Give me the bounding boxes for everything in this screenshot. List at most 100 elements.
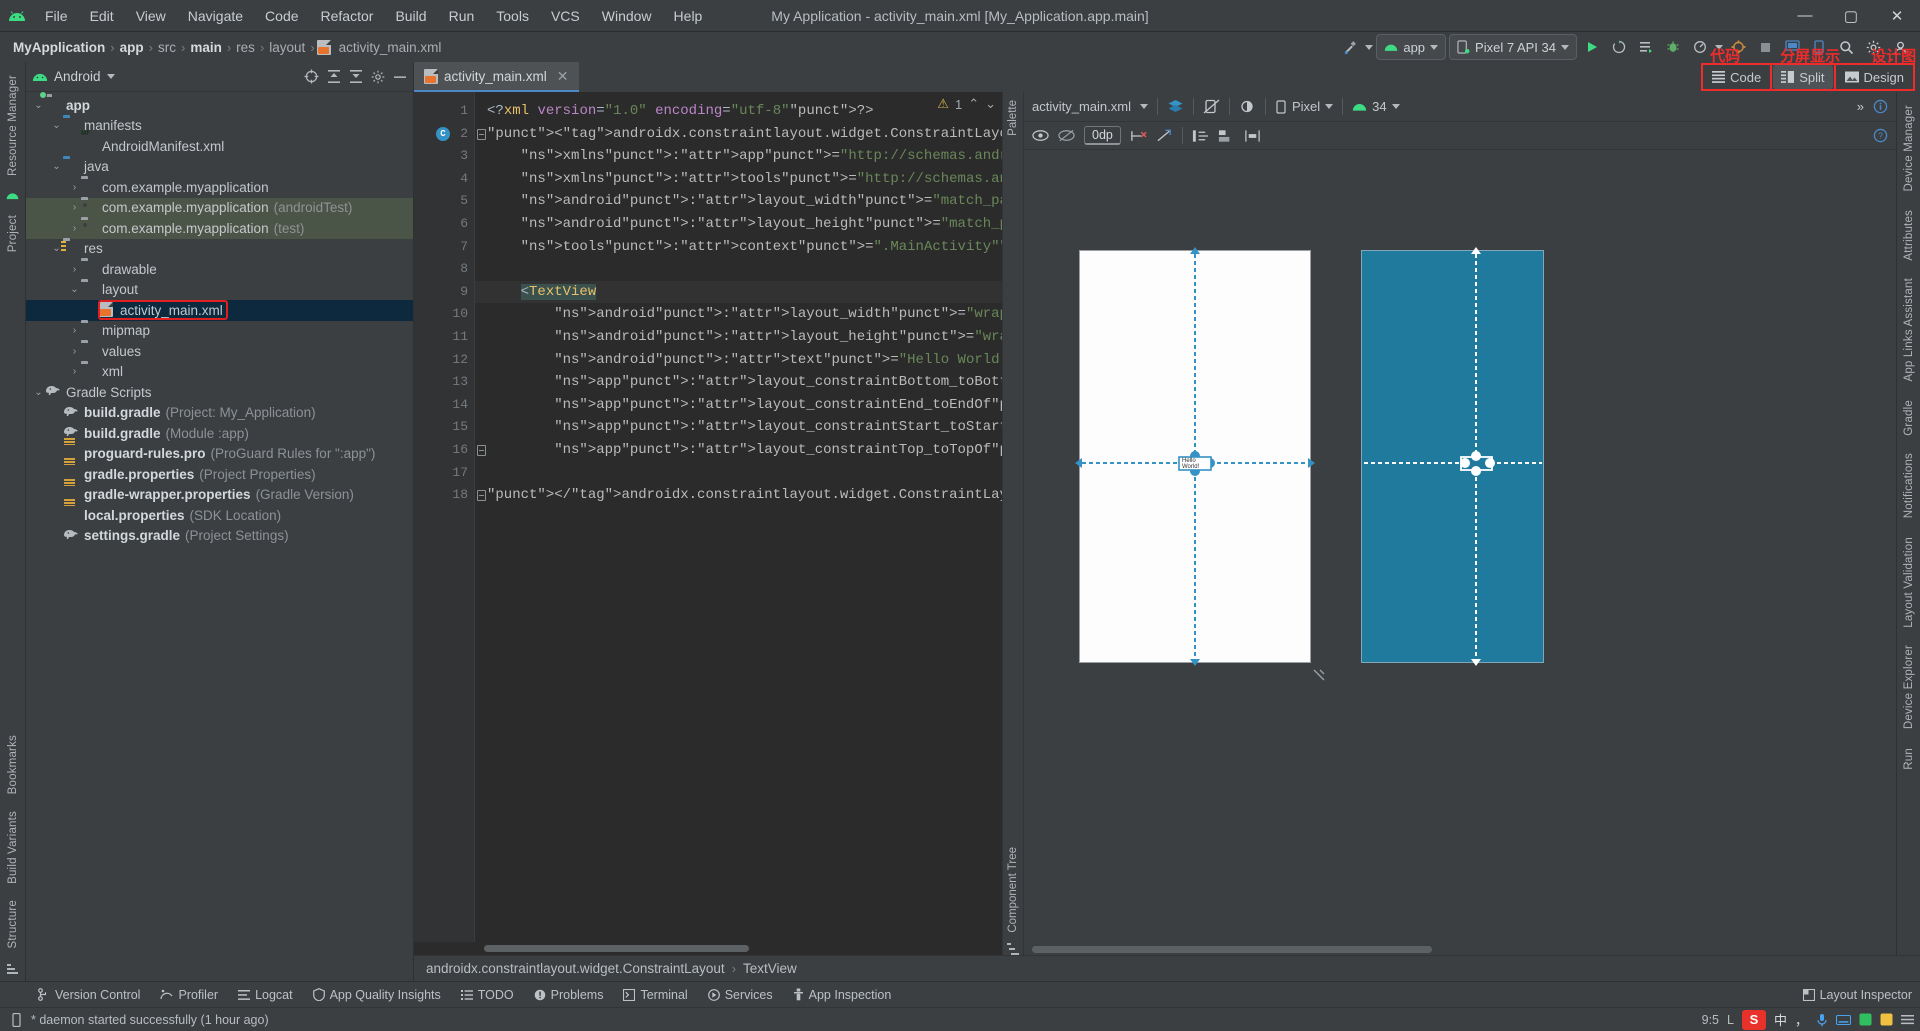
menu-help[interactable]: Help [663,4,714,28]
code-horizontal-scrollbar[interactable] [414,942,1002,955]
tool-app-inspection[interactable]: App Inspection [783,982,902,1007]
run-button[interactable] [1580,35,1604,59]
build-dropdown-caret[interactable] [1365,44,1374,50]
breadcrumb-constraintlayout[interactable]: androidx.constraintlayout.widget.Constra… [426,961,725,976]
mic-icon[interactable] [1816,1013,1828,1027]
rail-item-build-variants[interactable]: Build Variants [4,804,22,891]
code-line[interactable]: "ns">android"punct">:"attr">layout_heigh… [475,213,1002,236]
design-canvas[interactable]: Hello World! [1024,150,1896,943]
chevron-right-icon[interactable]: › [68,182,81,193]
chevron-down-icon[interactable]: ⌄ [32,100,45,111]
split-mode-button[interactable]: Split [1770,63,1836,91]
tool-terminal[interactable]: Terminal [613,982,697,1007]
breadcrumb-textview[interactable]: TextView [743,961,797,976]
code-line[interactable]: "punct"></"tag">androidx.constraintlayou… [475,484,1002,507]
code-line[interactable]: "ns">tools"punct">:"attr">context"punct"… [475,236,1002,259]
tree-node-drawable[interactable]: › drawable [26,259,413,280]
tree-node-build-gradle[interactable]: build.gradle (Module :app) [26,423,413,444]
encoding-hint[interactable]: L [1727,1013,1734,1027]
rail-item-notifications[interactable]: Notifications [1900,446,1918,525]
breadcrumb-myapplication[interactable]: MyApplication [10,40,108,55]
code-line[interactable] [475,258,1002,281]
code-scroll-area[interactable]: 1 2 C 3 4 5 6 7 8 9 10 11 12 13 14 15 16 17 18 <?xml versi… [414,92,1002,942]
tool-profiler[interactable]: Profiler [150,982,228,1007]
class-marker-icon[interactable]: C [436,126,450,141]
breadcrumb-main[interactable]: main [187,40,225,55]
tree-node-xml[interactable]: › xml [26,362,413,383]
tree-node-build-gradle[interactable]: build.gradle (Project: My_Application) [26,403,413,424]
maximize-button[interactable]: ▢ [1828,0,1874,32]
code-line[interactable] [475,462,1002,485]
run-tests-button[interactable] [1634,35,1658,59]
design-info-icon[interactable] [1873,99,1888,114]
infer-constraints-icon[interactable] [1156,129,1173,143]
menu-view[interactable]: View [125,4,177,28]
menu-navigate[interactable]: Navigate [177,4,254,28]
rail-item-structure[interactable]: Structure [4,893,22,955]
code-line[interactable]: "ns">app"punct">:"attr">layout_constrain… [475,394,1002,417]
tree-node-java[interactable]: ⌄ java [26,157,413,178]
tool-problems[interactable]: Problems [524,982,614,1007]
code-mode-button[interactable]: Code [1701,63,1773,91]
design-overflow-button[interactable]: » [1857,99,1864,114]
chevron-right-icon[interactable]: › [68,346,81,357]
tree-node-activity-main-xml[interactable]: activity_main.xml [26,300,413,321]
rail-item-device-explorer[interactable]: Device Explorer [1900,638,1918,736]
breadcrumb-src[interactable]: src [155,40,179,55]
chevron-right-icon[interactable]: › [68,366,81,377]
chevron-down-icon[interactable]: ⌄ [50,161,63,172]
breadcrumb-layout[interactable]: layout [266,40,308,55]
chevron-down-icon[interactable]: ⌄ [68,284,81,295]
code-line[interactable]: "ns">android"punct">:"attr">layout_width… [475,190,1002,213]
tree-node-layout[interactable]: ⌄ layout [26,280,413,301]
menu-build[interactable]: Build [384,4,437,28]
tree-node-app[interactable]: ⌄ app [26,95,413,116]
clear-constraints-icon[interactable] [1130,129,1147,143]
code-line[interactable]: "ns">app"punct">:"attr">layout_constrain… [475,371,1002,394]
collapse-all-icon[interactable] [349,69,363,84]
project-view-chevron-icon[interactable] [106,74,115,79]
design-file-chevron-icon[interactable] [1139,104,1148,109]
rail-item-gradle[interactable]: Gradle [1900,393,1918,443]
editor-tab-activity-main[interactable]: activity_main.xml ✕ [414,62,579,92]
device-selector[interactable]: Pixel 7 API 34 [1449,34,1577,60]
caret-position[interactable]: 9:5 [1702,1013,1719,1027]
tree-node-androidmanifest-xml[interactable]: AndroidManifest.xml [26,136,413,157]
chevron-down-icon[interactable]: ⌄ [32,387,45,398]
menu-window[interactable]: Window [591,4,663,28]
tree-node-gradle-properties[interactable]: gradle.properties (Project Properties) [26,464,413,485]
design-file-label[interactable]: activity_main.xml [1032,99,1131,114]
tree-node-mipmap[interactable]: › mipmap [26,321,413,342]
pack-icon[interactable] [1218,129,1235,143]
breadcrumb-activity-main[interactable]: activity_main.xml [336,40,445,55]
select-opened-file-icon[interactable] [304,69,319,84]
design-mode-button[interactable]: Design [1833,63,1915,91]
view-options-icon[interactable] [1032,129,1049,142]
code-line[interactable]: "ns">android"punct">:"attr">layout_heigh… [475,326,1002,349]
tree-node-values[interactable]: › values [26,341,413,362]
prev-problem-icon[interactable]: ⌃ [968,96,979,112]
rail-item-resource-manager[interactable]: Resource Manager [4,68,22,183]
ime-more-icon[interactable] [1901,1013,1914,1026]
tree-node-proguard-rules-pro[interactable]: proguard-rules.pro (ProGuard Rules for ":… [26,444,413,465]
run-config-selector[interactable]: app [1376,34,1447,60]
design-device-selector[interactable]: Pixel [1275,99,1334,114]
tree-node-gradle-scripts[interactable]: ⌄ Gradle Scripts [26,382,413,403]
blueprint-preview-device[interactable] [1361,250,1544,663]
minimize-button[interactable]: — [1782,0,1828,32]
menu-tools[interactable]: Tools [485,4,540,28]
tree-node-com-example-myapplication[interactable]: › com.example.myapplication [26,177,413,198]
tree-node-com-example-myapplication[interactable]: › com.example.myapplication (test) [26,218,413,239]
tree-node-gradle-wrapper-properties[interactable]: gradle-wrapper.properties (Gradle Version… [26,485,413,506]
theme-icon[interactable] [1239,99,1256,114]
orientation-icon[interactable] [1203,99,1220,114]
keyboard-icon[interactable] [1836,1014,1851,1026]
debug-button[interactable] [1661,35,1685,59]
code-line[interactable]: "punct"><"tag">androidx.constraintlayout… [475,123,1002,146]
chevron-right-icon[interactable]: › [68,325,81,336]
tree-node-com-example-myapplication[interactable]: › com.example.myapplication (androidTest) [26,197,413,218]
rail-item-device-manager[interactable]: Device Manager [1900,98,1918,199]
breadcrumb-res[interactable]: res [233,40,258,55]
expand-all-icon[interactable] [327,69,341,84]
menu-refactor[interactable]: Refactor [310,4,385,28]
